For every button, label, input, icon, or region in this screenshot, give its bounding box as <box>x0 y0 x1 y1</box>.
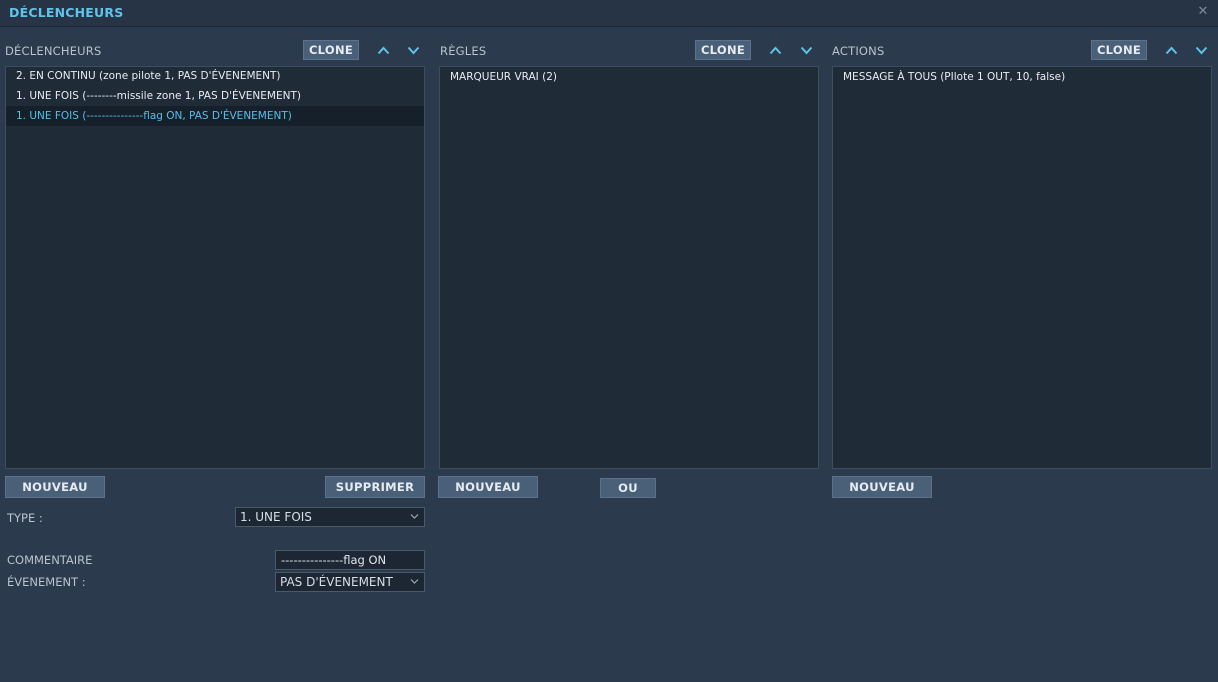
actions-move-down-icon[interactable] <box>1193 42 1209 58</box>
chevron-down-icon <box>410 514 419 519</box>
chevron-down-icon <box>410 579 419 584</box>
action-item-1[interactable]: MESSAGE À TOUS (PIlote 1 OUT, 10, false) <box>833 67 1211 87</box>
triggers-new-button[interactable]: NOUVEAU <box>5 476 105 498</box>
trigger-item-2[interactable]: 1. UNE FOIS (--------missile zone 1, PAS… <box>6 86 424 106</box>
event-select-value: PAS D'ÉVENEMENT <box>280 575 393 589</box>
trigger-item-1[interactable]: 2. EN CONTINU (zone pilote 1, PAS D'ÉVEN… <box>6 66 424 86</box>
type-select-value: 1. UNE FOIS <box>240 510 312 524</box>
actions-new-button[interactable]: NOUVEAU <box>832 476 932 498</box>
rule-item-1[interactable]: MARQUEUR VRAI (2) <box>440 67 818 87</box>
rules-move-down-icon[interactable] <box>798 42 814 58</box>
rules-list[interactable]: MARQUEUR VRAI (2) <box>439 66 819 469</box>
event-label: ÉVENEMENT : <box>7 575 86 589</box>
triggers-window: DÉCLENCHEURS ✕ DÉCLENCHEURS CLONE 2. EN … <box>0 0 1218 682</box>
trigger-item-3[interactable]: 1. UNE FOIS (---------------flag ON, PAS… <box>6 106 424 126</box>
rules-clone-button[interactable]: CLONE <box>695 40 751 60</box>
triggers-move-up-icon[interactable] <box>375 42 391 58</box>
triggers-label: DÉCLENCHEURS <box>5 44 102 58</box>
type-label: TYPE : <box>7 511 43 525</box>
actions-move-up-icon[interactable] <box>1163 42 1179 58</box>
triggers-list[interactable] <box>5 66 425 469</box>
rules-move-up-icon[interactable] <box>767 42 783 58</box>
actions-label: ACTIONS <box>832 44 885 58</box>
event-select[interactable]: PAS D'ÉVENEMENT <box>275 572 425 592</box>
triggers-clone-button[interactable]: CLONE <box>303 40 359 60</box>
rules-new-button[interactable]: NOUVEAU <box>438 476 538 498</box>
type-select[interactable]: 1. UNE FOIS <box>235 507 425 527</box>
rules-label: RÈGLES <box>440 44 487 58</box>
window-title: DÉCLENCHEURS <box>9 5 124 20</box>
triggers-delete-button[interactable]: SUPPRIMER <box>325 476 425 498</box>
triggers-move-down-icon[interactable] <box>405 42 421 58</box>
rules-or-button[interactable]: OU <box>600 478 656 498</box>
actions-list[interactable]: MESSAGE À TOUS (PIlote 1 OUT, 10, false) <box>832 66 1212 469</box>
close-icon[interactable]: ✕ <box>1196 5 1210 19</box>
comment-input[interactable]: ---------------flag ON <box>275 550 425 570</box>
comment-label: COMMENTAIRE <box>7 553 93 567</box>
title-bar: DÉCLENCHEURS ✕ <box>0 0 1218 27</box>
triggers-list-items: 2. EN CONTINU (zone pilote 1, PAS D'ÉVEN… <box>6 66 424 126</box>
actions-clone-button[interactable]: CLONE <box>1091 40 1147 60</box>
